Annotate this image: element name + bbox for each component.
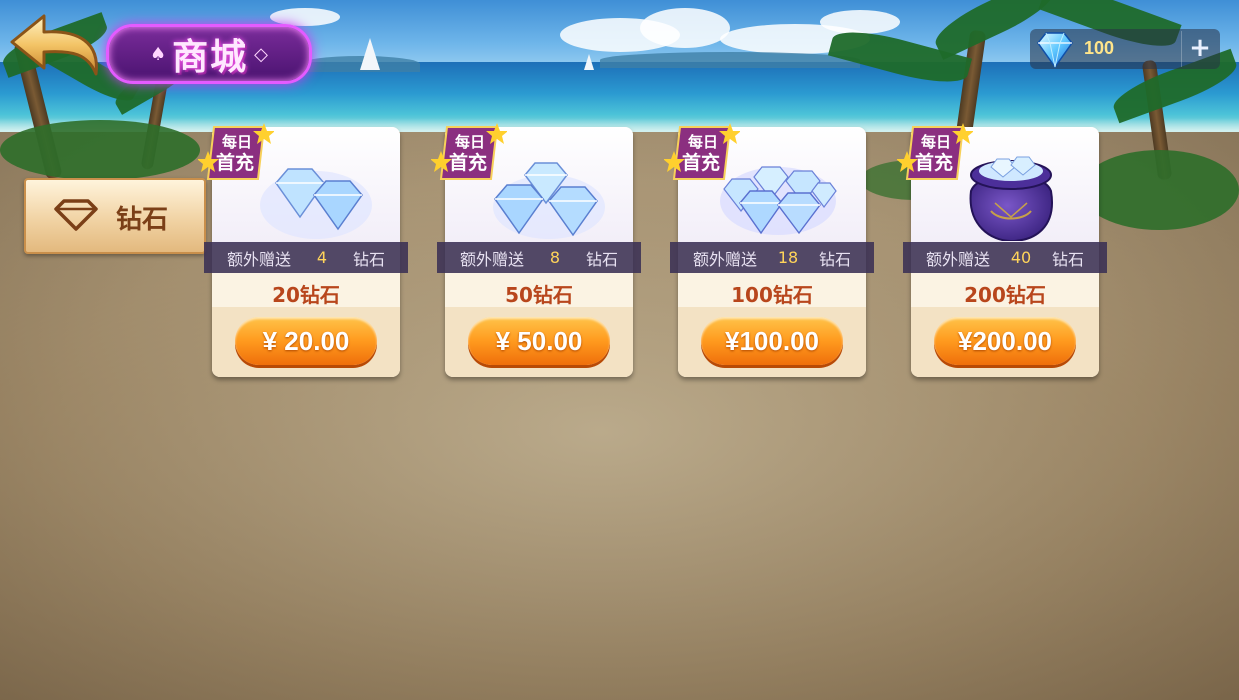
bonus-strip: 额外赠送 8 钻石 bbox=[437, 242, 641, 273]
badge-line2: 首充 bbox=[915, 151, 953, 174]
bonus-label: 额外赠送 bbox=[925, 249, 990, 269]
spade-icon: ♠ bbox=[150, 43, 167, 65]
cloud bbox=[820, 10, 900, 34]
page-title: 商城 bbox=[172, 36, 249, 78]
badge-line2: 首充 bbox=[216, 151, 254, 174]
buy-button[interactable]: ¥ 50.00 bbox=[468, 317, 610, 365]
badge-line1: 每日 bbox=[688, 133, 718, 151]
buy-button[interactable]: ¥ 20.00 bbox=[235, 317, 377, 365]
bonus-unit: 钻石 bbox=[819, 249, 852, 269]
diamond-icon bbox=[1037, 32, 1073, 69]
buy-button[interactable]: ¥200.00 bbox=[934, 317, 1076, 365]
badge-line2: 首充 bbox=[682, 151, 720, 174]
product-card-20[interactable]: 每日 首充 额外赠送 4 钻石 20钻石 ¥ 20.00 bbox=[198, 123, 408, 377]
bonus-label: 额外赠送 bbox=[692, 249, 757, 269]
daily-first-charge-badge: 每日 首充 bbox=[431, 123, 507, 180]
bonus-strip: 额外赠送 4 钻石 bbox=[204, 242, 408, 273]
bonus-amount: 18 bbox=[777, 248, 799, 267]
product-card-100[interactable]: 每日 首充 额外赠送 18 钻石 100钻石 ¥100.00 bbox=[664, 123, 874, 377]
product-name: 50钻石 bbox=[505, 283, 573, 307]
daily-first-charge-badge: 每日 首充 bbox=[198, 123, 274, 180]
buy-button[interactable]: ¥100.00 bbox=[701, 317, 843, 365]
product-card-50[interactable]: 每日 首充 额外赠送 8 钻石 50钻石 ¥ 50.00 bbox=[431, 123, 641, 377]
badge-line1: 每日 bbox=[455, 133, 485, 151]
tab-diamonds[interactable]: 钻石 bbox=[24, 178, 206, 254]
back-button[interactable] bbox=[8, 12, 104, 80]
sailboat-icon bbox=[360, 38, 380, 70]
badge-line1: 每日 bbox=[921, 133, 951, 151]
diamond-balance: 100 + bbox=[1030, 29, 1220, 69]
bonus-label: 额外赠送 bbox=[459, 249, 524, 269]
bush bbox=[1080, 150, 1239, 230]
bonus-strip: 额外赠送 40 钻石 bbox=[903, 242, 1107, 273]
daily-first-charge-badge: 每日 首充 bbox=[897, 123, 973, 180]
shop-title-badge: ♠ 商城 ◇ bbox=[106, 24, 312, 84]
daily-first-charge-badge: 每日 首充 bbox=[664, 123, 740, 180]
product-name: 20钻石 bbox=[272, 283, 340, 307]
cloud bbox=[640, 8, 730, 48]
bonus-amount: 8 bbox=[549, 248, 561, 267]
bonus-unit: 钻石 bbox=[586, 249, 619, 269]
badge-line2: 首充 bbox=[449, 151, 487, 174]
tab-diamonds-label: 钻石 bbox=[116, 205, 169, 235]
add-diamonds-button[interactable]: + bbox=[1181, 31, 1218, 67]
bonus-label: 额外赠送 bbox=[226, 249, 291, 269]
bonus-unit: 钻石 bbox=[353, 249, 386, 269]
sailboat-icon bbox=[584, 54, 594, 70]
bonus-amount: 4 bbox=[316, 248, 328, 267]
island bbox=[600, 52, 860, 68]
back-arrow-icon bbox=[10, 14, 98, 76]
diamond-balance-value: 100 bbox=[1084, 38, 1115, 58]
product-card-200[interactable]: 每日 首充 额外赠送 40 钻石 200钻石 ¥200.00 bbox=[897, 123, 1107, 377]
diamond-suit-icon: ◇ bbox=[254, 43, 268, 65]
diamond-outline-icon bbox=[54, 199, 98, 231]
bonus-strip: 额外赠送 18 钻石 bbox=[670, 242, 874, 273]
bush bbox=[0, 120, 200, 180]
badge-line1: 每日 bbox=[222, 133, 252, 151]
product-name: 100钻石 bbox=[731, 283, 813, 307]
bonus-unit: 钻石 bbox=[1052, 249, 1085, 269]
product-name: 200钻石 bbox=[964, 283, 1046, 307]
bonus-amount: 40 bbox=[1010, 248, 1032, 267]
